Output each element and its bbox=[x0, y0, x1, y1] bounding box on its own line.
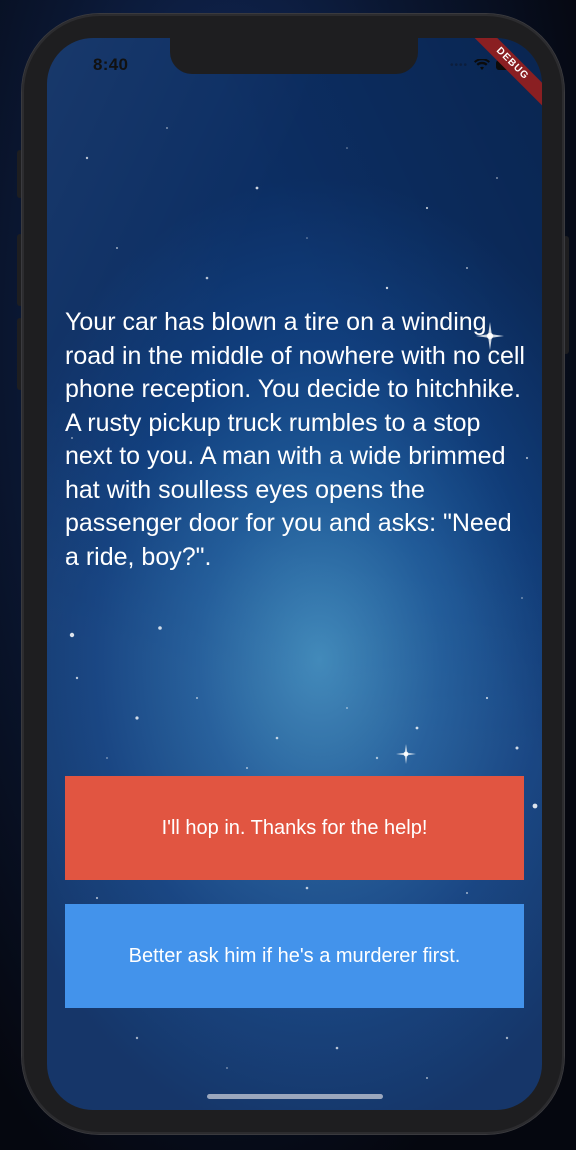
signal-dots-icon: •••• bbox=[449, 59, 468, 71]
choice-2-button[interactable]: Better ask him if he's a murderer first. bbox=[65, 904, 524, 1008]
app-window: 8:40 •••• DEBUG Your car has blown a tir… bbox=[0, 0, 576, 1150]
wifi-icon bbox=[474, 59, 490, 70]
device-notch bbox=[170, 38, 418, 74]
choice-1-button[interactable]: I'll hop in. Thanks for the help! bbox=[65, 776, 524, 880]
status-bar-time: 8:40 bbox=[93, 55, 129, 74]
story-text: Your car has blown a tire on a winding r… bbox=[65, 308, 525, 571]
home-indicator[interactable] bbox=[207, 1094, 383, 1099]
app-screen: 8:40 •••• DEBUG Your car has blown a tir… bbox=[47, 38, 542, 1110]
